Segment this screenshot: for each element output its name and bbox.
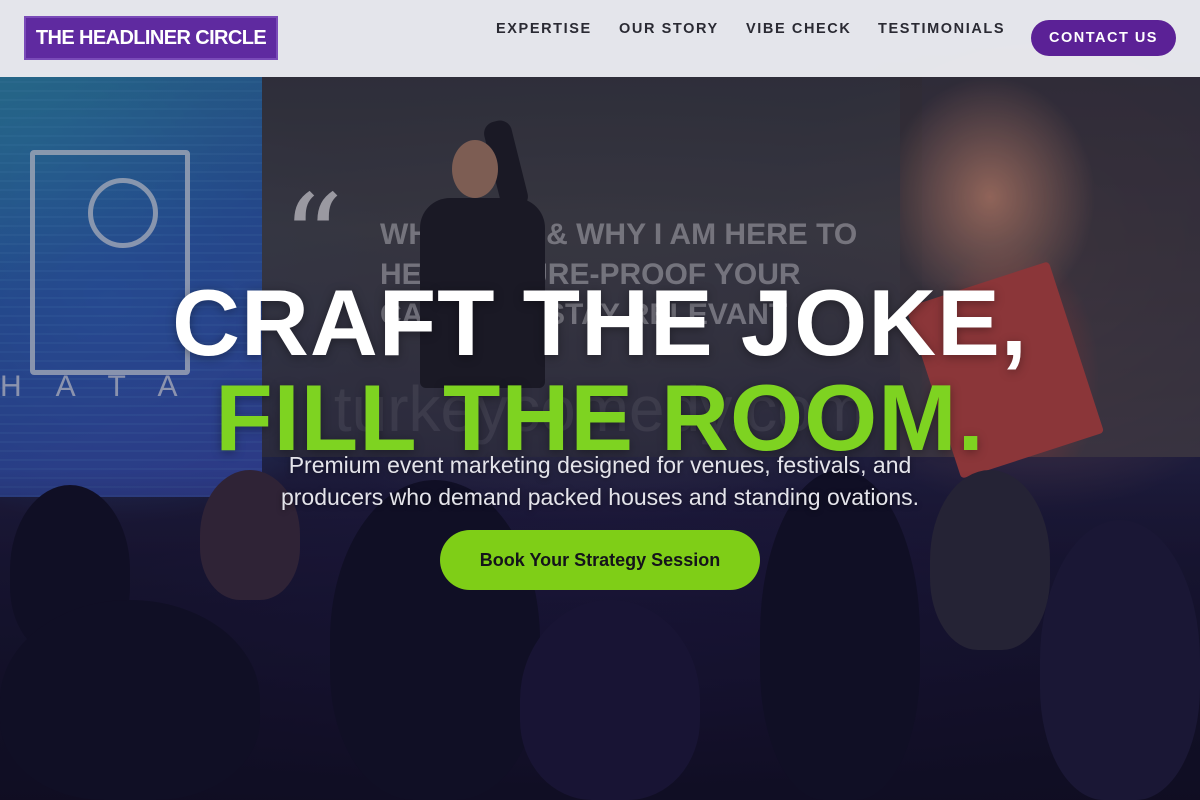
nav-link-testimonials[interactable]: TESTIMONIALS xyxy=(878,21,1005,39)
hero-headline-line1: CRAFT THE JOKE, xyxy=(172,269,1028,375)
nav-link-expertise[interactable]: EXPERTISE xyxy=(496,21,592,39)
landing-page: HATA “ WHAT I DO & WHY I AM HERE TO HELP… xyxy=(0,0,1200,800)
brand-logo[interactable]: THE HEADLINER CIRCLE xyxy=(24,16,278,60)
nav-link-vibe-check[interactable]: VIBE CHECK xyxy=(746,21,851,39)
hero-subheadline: Premium event marketing designed for ven… xyxy=(280,452,920,510)
book-strategy-session-button[interactable]: Book Your Strategy Session xyxy=(440,530,760,590)
contact-us-button[interactable]: CONTACT US xyxy=(1031,20,1176,56)
nav-link-our-story[interactable]: OUR STORY xyxy=(619,21,719,39)
site-header: THE HEADLINER CIRCLE EXPERTISE OUR STORY… xyxy=(0,0,1200,77)
